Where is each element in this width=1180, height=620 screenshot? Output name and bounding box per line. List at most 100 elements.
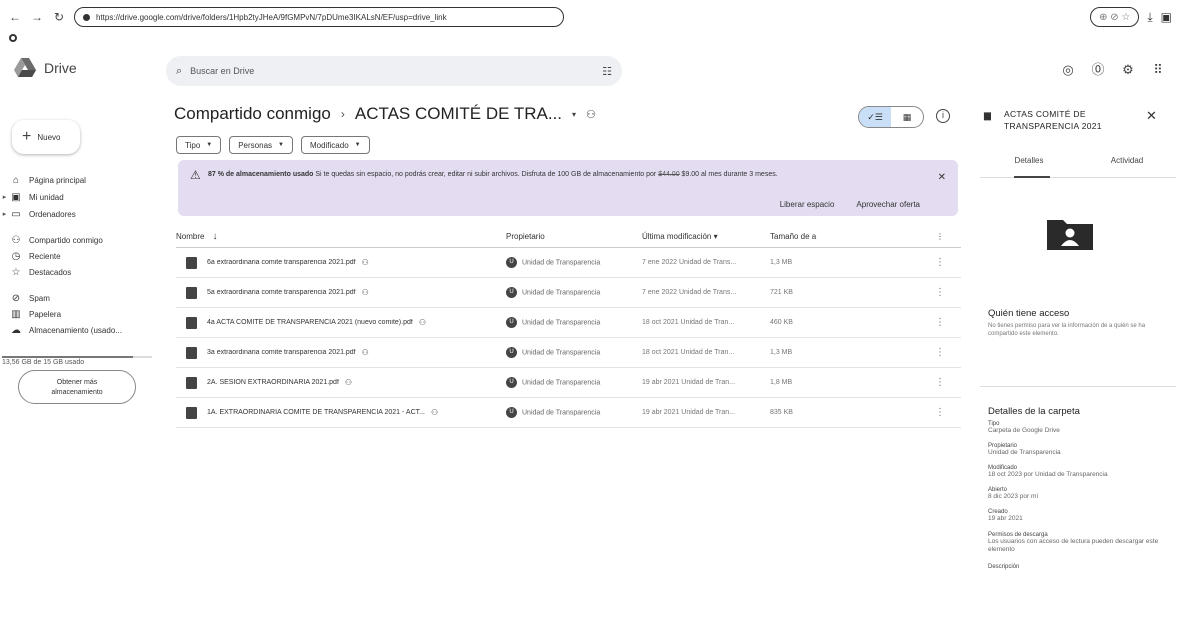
help-icon[interactable]: ⓪: [1090, 62, 1106, 78]
profile-icon[interactable]: [9, 34, 17, 42]
more-options-icon[interactable]: ⋮: [935, 407, 945, 418]
sidebar-item-trash[interactable]: ▥ Papelera: [0, 306, 165, 322]
column-label: Tamaño de a: [770, 232, 817, 241]
window-icon[interactable]: ▣: [1161, 10, 1172, 24]
sidebar-item-label: Almacenamiento (usado...: [29, 325, 122, 335]
table-row[interactable]: 1A. EXTRAORDINARIA COMITE DE TRANSPARENC…: [176, 398, 961, 428]
banner-message: 87 % de almacenamiento usado Si te queda…: [208, 170, 918, 180]
sidebar-item-starred[interactable]: ☆ Destacados: [0, 264, 165, 280]
trash-icon: ▥: [11, 308, 21, 320]
back-arrow-icon[interactable]: ←: [8, 10, 22, 24]
site-info-icon[interactable]: [83, 13, 90, 21]
sidebar-item-home[interactable]: ⌂ Página principal: [0, 172, 165, 188]
detail-value: 18 oct 2023 por Unidad de Transparencia: [988, 471, 1108, 478]
banner-old-price: $44.00: [658, 171, 680, 178]
file-name: 5a extraordinaria comite transparencia 2…: [207, 289, 356, 296]
search-icon[interactable]: ⌕: [176, 65, 182, 78]
table-row[interactable]: 3a extraordinaria comite transparencia 2…: [176, 338, 961, 368]
more-options-icon[interactable]: ⋮: [935, 257, 945, 268]
file-size: 1,3 MB: [770, 259, 793, 266]
search-bar[interactable]: ⌕ ☷: [166, 56, 622, 86]
sidebar-item-label: Ordenadores: [29, 209, 76, 219]
breadcrumb-root[interactable]: Compartido conmigo: [174, 104, 331, 124]
sidebar-item-storage[interactable]: ☁ Almacenamiento (usado...: [0, 322, 165, 338]
filter-label: Personas: [238, 140, 273, 150]
sidebar-item-recent[interactable]: ◷ Reciente: [0, 248, 165, 264]
apps-grid-icon[interactable]: ⠿: [1150, 62, 1166, 78]
reload-icon[interactable]: ↻: [52, 10, 66, 24]
tab-details[interactable]: Detalles: [980, 156, 1078, 178]
drive-logo[interactable]: Drive: [14, 58, 77, 77]
tab-activity[interactable]: Actividad: [1078, 156, 1176, 177]
file-size: 835 KB: [770, 409, 793, 416]
file-modified: 19 abr 2021 Unidad de Tran...: [642, 379, 736, 386]
computer-icon: ▭: [11, 208, 21, 220]
sidebar-item-my-drive[interactable]: ▸ ▣ Mi unidad: [0, 189, 165, 205]
close-icon[interactable]: ✕: [938, 172, 946, 183]
file-modified: 18 oct 2021 Unidad de Tran...: [642, 349, 735, 356]
avatar: U: [506, 287, 517, 298]
search-input[interactable]: [190, 66, 595, 76]
sidebar-item-shared-with-me[interactable]: ⚇ Compartido conmigo: [0, 232, 165, 248]
get-more-storage-button[interactable]: Obtener más almacenamiento: [18, 370, 136, 404]
address-actions[interactable]: ⊕ ⊘ ☆: [1090, 7, 1140, 27]
detail-modified: Modificado 18 oct 2023 por Unidad de Tra…: [988, 465, 1178, 479]
more-options-icon[interactable]: ⋮: [935, 347, 945, 358]
free-up-space-button[interactable]: Liberar espacio: [780, 200, 835, 209]
get-offer-button[interactable]: Aprovechar oferta: [856, 200, 920, 209]
table-row[interactable]: 6a extraordinaria comite transparencia 2…: [176, 248, 961, 278]
filter-type[interactable]: Tipo ▼: [176, 136, 222, 154]
table-row[interactable]: 2A. SESION EXTRAORDINARIA 2021.pdf ⚇ U Uni…: [176, 368, 961, 398]
filter-chips: Tipo ▼ Personas ▼ Modificado ▼: [176, 136, 370, 154]
table-row[interactable]: 4a ACTA COMITE DE TRANSPARENCIA 2021 (nu…: [176, 308, 961, 338]
storage-usage-text: 13,56 GB de 15 GB usado: [2, 359, 85, 366]
cloud-icon: ☁: [11, 324, 21, 336]
column-modified[interactable]: Última modificación ▾: [642, 232, 770, 241]
offline-status-icon[interactable]: ◎: [1060, 62, 1076, 78]
column-size[interactable]: Tamaño de a: [770, 232, 930, 241]
table-row[interactable]: 5a extraordinaria comite transparencia 2…: [176, 278, 961, 308]
more-options-icon[interactable]: ⋮: [935, 317, 945, 328]
more-options-icon[interactable]: ⋮: [935, 287, 945, 298]
grid-view-button[interactable]: ▦: [891, 107, 923, 127]
breadcrumb: Compartido conmigo › ACTAS COMITÉ DE TRA…: [174, 104, 596, 124]
detail-download-permissions: Permisos de descarga Los usuarios con ac…: [988, 532, 1178, 554]
star-icon: ☆: [11, 266, 21, 278]
expand-icon[interactable]: ▸: [0, 193, 9, 201]
view-toggle[interactable]: ✓☰ ▦: [858, 106, 924, 128]
more-options-icon[interactable]: ⋮: [935, 377, 945, 388]
drive-logo-icon: [14, 58, 36, 77]
sort-down-icon[interactable]: ↓: [212, 231, 217, 242]
column-owner[interactable]: Propietario: [506, 232, 642, 241]
breadcrumb-current[interactable]: ACTAS COMITÉ DE TRA...: [355, 104, 562, 124]
people-icon: ⚇: [11, 234, 21, 246]
sidebar-item-spam[interactable]: ⊘ Spam: [0, 290, 165, 306]
shared-folder-icon: ▆: [984, 110, 991, 120]
list-view-button[interactable]: ✓☰: [859, 107, 891, 127]
download-icon[interactable]: ⤓: [1147, 10, 1152, 25]
column-label: Propietario: [506, 232, 545, 241]
avatar: U: [506, 347, 517, 358]
shared-icon: ⚇: [430, 408, 439, 417]
search-options-icon[interactable]: ☷: [602, 65, 612, 78]
info-icon[interactable]: i: [936, 109, 950, 123]
close-icon[interactable]: ✕: [1146, 108, 1157, 124]
address-bar[interactable]: https://drive.google.com/drive/folders/1…: [74, 7, 564, 27]
column-name[interactable]: Nombre ↓: [176, 231, 506, 242]
shared-icon: ⚇: [418, 318, 426, 327]
dropdown-arrow-icon[interactable]: ▾: [572, 110, 576, 119]
filter-people[interactable]: Personas ▼: [229, 136, 293, 154]
expand-icon[interactable]: ▸: [0, 210, 9, 218]
detail-opened: Abierto 8 dic 2023 por mí: [988, 487, 1178, 501]
detail-value: Carpeta de Google Drive: [988, 427, 1060, 434]
new-button[interactable]: + Nuevo: [12, 120, 80, 154]
settings-gear-icon[interactable]: ⚙: [1120, 62, 1136, 78]
file-size: 1,8 MB: [770, 379, 793, 386]
file-name: 6a extraordinaria comite transparencia 2…: [207, 259, 356, 266]
sidebar-item-computers[interactable]: ▸ ▭ Ordenadores: [0, 206, 165, 222]
more-options-icon[interactable]: ⋮: [930, 232, 950, 241]
forward-arrow-icon[interactable]: →: [30, 10, 44, 24]
filter-modified[interactable]: Modificado ▼: [300, 136, 370, 154]
filter-label: Modificado: [309, 140, 349, 150]
file-size: 1,3 MB: [770, 349, 793, 356]
